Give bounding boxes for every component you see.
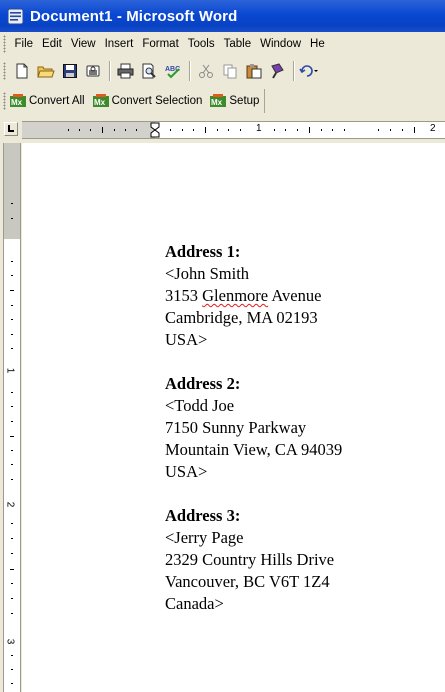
permission-icon: [86, 65, 100, 77]
ruler-bar: 1 2: [0, 115, 445, 143]
print-icon: [117, 63, 134, 79]
new-document-icon: [16, 63, 27, 79]
menu-tools[interactable]: Tools: [183, 38, 219, 50]
document-body[interactable]: Address 1: <John Smith 3153 Glenmore Ave…: [165, 241, 342, 615]
street-suffix: Avenue: [268, 286, 322, 305]
document-page[interactable]: Address 1: <John Smith 3153 Glenmore Ave…: [22, 143, 445, 692]
vertical-ruler-area: 1 2 3: [0, 143, 22, 692]
undo-button[interactable]: [298, 60, 321, 83]
title-bar[interactable]: Document1 - Microsoft Word: [0, 0, 445, 32]
vertical-ruler-ticks: [10, 203, 14, 684]
cut-icon: [198, 64, 213, 78]
convert-selection-button[interactable]: Mx Convert Selection: [92, 93, 203, 108]
word-app-icon[interactable]: [7, 8, 24, 25]
address-line: USA>: [165, 330, 208, 349]
menu-file[interactable]: File: [10, 38, 38, 50]
toolbar-separator: [109, 61, 111, 81]
convert-selection-label: Convert Selection: [111, 94, 203, 107]
convert-toolbar: Mx Convert All Mx Convert Selection Mx S…: [0, 86, 445, 116]
address-line: <John Smith: [165, 264, 250, 283]
address-block: Address 2: <Todd Joe 7150 Sunny Parkway …: [165, 373, 342, 483]
convert-all-button[interactable]: Mx Convert All: [10, 93, 85, 108]
vruler-label-2: 2: [4, 501, 16, 508]
undo-icon: [298, 65, 318, 77]
convert-icon: Mx: [210, 93, 227, 107]
ruler-ticks: [68, 122, 415, 138]
address-heading: Address 2:: [165, 374, 241, 393]
address-line: 3153 Glenmore Avenue: [165, 285, 342, 307]
setup-label: Setup: [229, 94, 260, 107]
address-line: USA>: [165, 462, 208, 481]
format-painter-button[interactable]: [266, 60, 289, 83]
address-line: Cambridge, MA 02193: [165, 308, 318, 327]
print-preview-button[interactable]: [138, 60, 161, 83]
standard-toolbar: ABC: [0, 56, 445, 87]
horizontal-ruler[interactable]: 1 2: [22, 121, 445, 139]
left-tab-icon: [8, 125, 14, 132]
address-line: Mountain View, CA 94039: [165, 440, 343, 459]
menu-insert[interactable]: Insert: [100, 38, 138, 50]
copy-icon: [223, 64, 236, 79]
toolbar-grip[interactable]: [3, 62, 6, 80]
vertical-ruler[interactable]: 1 2 3: [3, 143, 21, 692]
tab-selector[interactable]: [4, 122, 18, 136]
toolbar-grip[interactable]: [3, 35, 6, 53]
copy-button[interactable]: [218, 60, 241, 83]
address-line: <Jerry Page: [165, 528, 244, 547]
menu-window[interactable]: Window: [256, 38, 306, 50]
address-block: Address 3: <Jerry Page 2329 Country Hill…: [165, 505, 342, 615]
ruler-label-2: 2: [430, 123, 436, 134]
address-line: <Todd Joe: [165, 396, 235, 415]
menu-help[interactable]: He: [306, 38, 330, 50]
format-painter-icon: [270, 63, 284, 79]
spelling-icon: ABC: [165, 66, 180, 79]
vruler-label-1: 1: [4, 367, 16, 374]
address-block: Address 1: <John Smith 3153 Glenmore Ave…: [165, 241, 342, 351]
spelling-error-word[interactable]: Glenmore: [202, 286, 268, 305]
print-preview-icon: [142, 63, 156, 79]
convert-icon: Mx: [10, 93, 26, 107]
svg-text:Mx: Mx: [94, 98, 106, 107]
cut-button[interactable]: [194, 60, 217, 83]
save-icon: [62, 64, 77, 78]
menu-bar: File Edit View Insert Format Tools Table…: [0, 32, 445, 57]
address-heading: Address 1:: [165, 242, 241, 261]
open-folder-icon: [36, 66, 55, 78]
setup-button[interactable]: Mx Setup: [210, 93, 260, 108]
toolbar-grip[interactable]: [3, 91, 6, 110]
menu-format[interactable]: Format: [138, 38, 183, 50]
print-button[interactable]: [114, 60, 137, 83]
menu-view[interactable]: View: [66, 38, 100, 50]
svg-text:Mx: Mx: [211, 98, 223, 107]
address-heading: Address 3:: [165, 506, 241, 525]
permission-button[interactable]: [82, 60, 105, 83]
new-document-button[interactable]: [10, 60, 33, 83]
convert-icon: Mx: [92, 93, 109, 107]
street-number: 3153: [165, 286, 203, 305]
vruler-label-3: 3: [4, 638, 16, 645]
address-line: 2329 Country Hills Drive: [165, 550, 335, 569]
paste-button[interactable]: [242, 60, 265, 83]
address-line: Canada>: [165, 594, 224, 613]
convert-all-label: Convert All: [29, 94, 85, 107]
ruler-label-1: 1: [256, 123, 262, 134]
menu-table[interactable]: Table: [219, 38, 256, 50]
svg-text:Mx: Mx: [11, 98, 23, 107]
window-title: Document1 - Microsoft Word: [30, 7, 238, 25]
paste-icon: [246, 64, 261, 79]
address-line: 7150 Sunny Parkway: [165, 418, 307, 437]
toolbar-separator: [189, 61, 191, 81]
open-button[interactable]: [34, 60, 57, 83]
save-button[interactable]: [58, 60, 81, 83]
menu-edit[interactable]: Edit: [38, 38, 67, 50]
spelling-button[interactable]: ABC: [162, 60, 185, 83]
address-line: Vancouver, BC V6T 1Z4: [165, 572, 330, 591]
toolbar-separator: [293, 61, 295, 81]
